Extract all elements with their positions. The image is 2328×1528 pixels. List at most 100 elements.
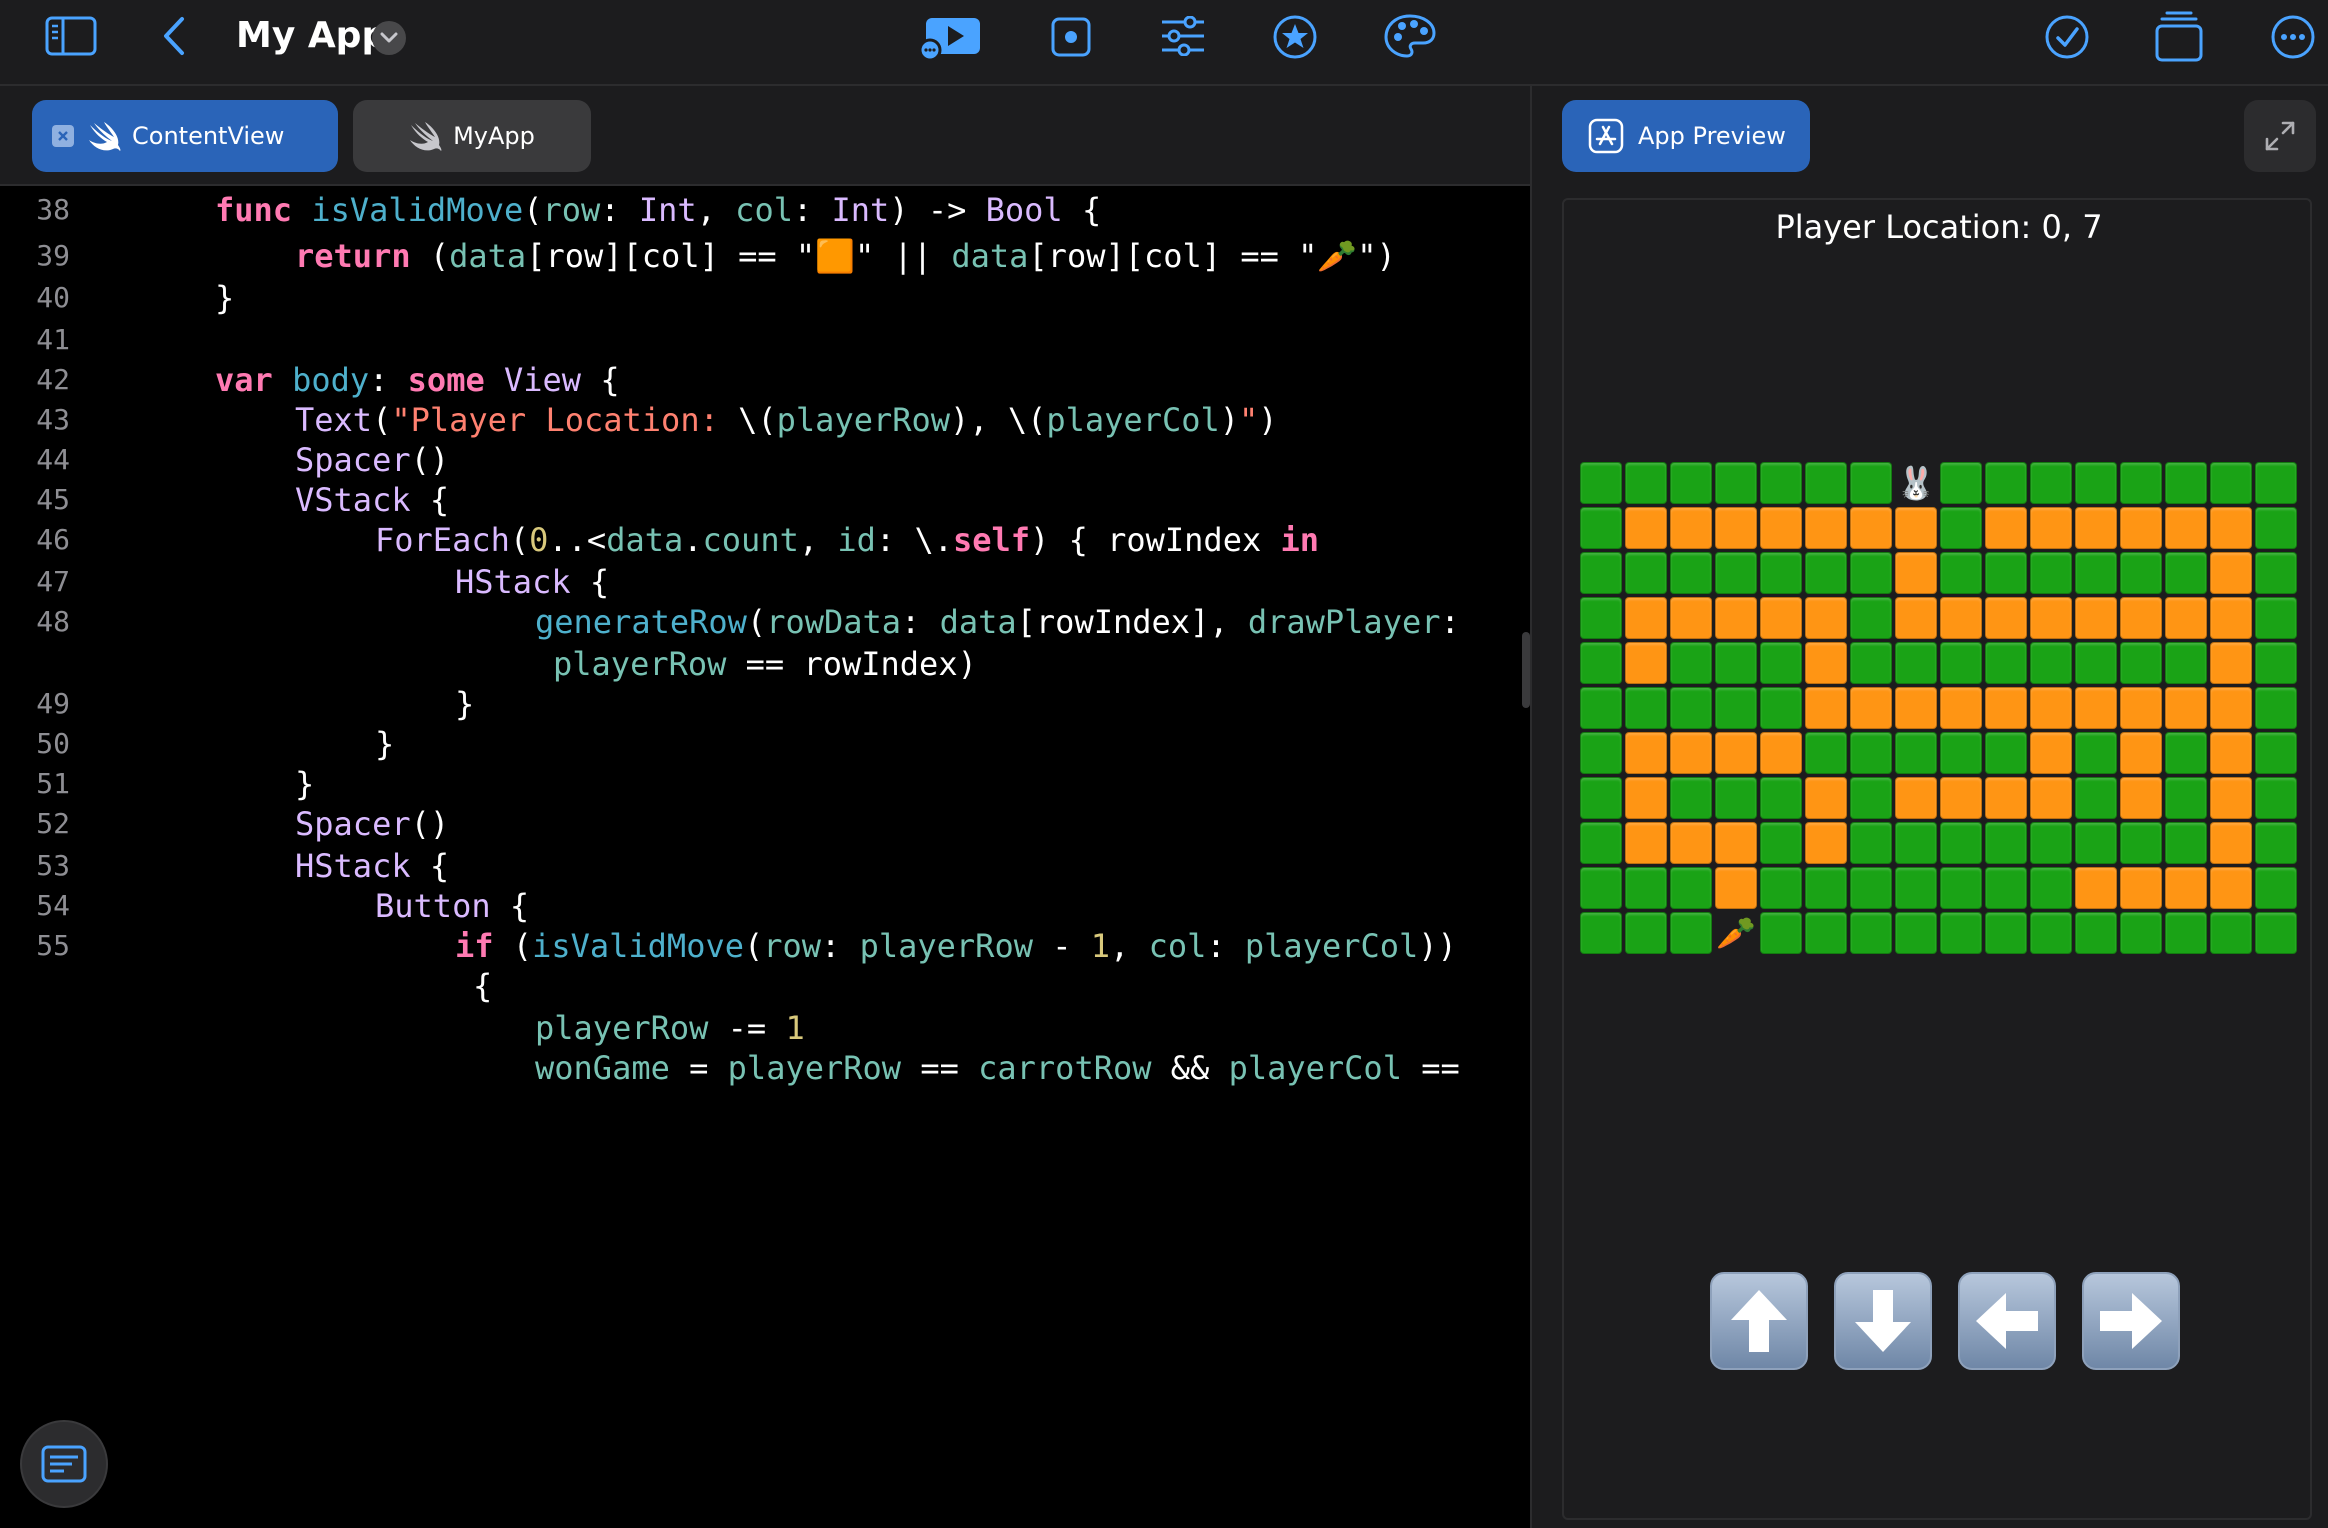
arrow-controls [1710,1272,2180,1370]
code-line[interactable]: 45 VStack { [0,478,1530,522]
code-line[interactable]: 38 func isValidMove(row: Int, col: Int) -… [0,188,1530,232]
close-tab-icon[interactable] [52,125,74,147]
maze-wall-cell [2255,867,2297,909]
maze-wall-cell [2210,912,2252,954]
preview-pane: App Preview Player Location: 0, 7 🐰 🥕 [1532,86,2328,1528]
code-token: playerCol [1244,927,1419,965]
maze-path-cell [2210,507,2252,549]
maze-wall-cell [2075,462,2117,504]
code-line[interactable]: 40} [0,276,1530,320]
right-arrow-icon [2100,1293,2162,1349]
code-token: { [410,847,450,885]
record-icon[interactable] [1050,16,1092,58]
maze-wall-cell [1895,732,1937,774]
palette-icon[interactable] [1382,12,1438,60]
code-token: rowData [766,603,902,641]
app-title[interactable]: My App [236,14,387,58]
windows-icon[interactable] [2154,10,2204,62]
expand-icon[interactable] [2244,100,2316,172]
code-line[interactable]: 48 generateRow(rowData: data[rowIndex], d… [0,600,1530,644]
maze-wall-cell [2075,642,2117,684]
maze-wall-cell [1940,462,1982,504]
line-number: 53 [36,849,70,882]
maze-wall-cell [2255,687,2297,729]
code-text: generateRow(rowData: data[rowIndex], dra… [535,600,1460,644]
maze-wall-cell [1715,462,1757,504]
code-line[interactable]: 44 Spacer() [0,438,1530,482]
code-line[interactable]: 50} [0,722,1530,766]
up-arrow-button[interactable] [1710,1272,1808,1370]
run-app-icon[interactable] [918,12,984,62]
maze-path-cell [2210,732,2252,774]
maze-wall-cell [1580,552,1622,594]
maze-wall-cell [1985,462,2027,504]
code-line[interactable]: 46 ForEach(0..<data.count, id: \.self) { … [0,518,1530,562]
maze-path-cell [1985,507,2027,549]
code-line[interactable]: wonGame = playerRow == carrotRow && play… [0,1046,1530,1090]
code-token: isValidMove [311,191,524,229]
title-menu-chevron-icon[interactable] [372,21,406,55]
code-line[interactable]: 51} [0,762,1530,806]
code-area[interactable]: 38 func isValidMove(row: Int, col: Int) -… [0,188,1530,1528]
code-token: ) [1219,401,1240,439]
maze-wall-cell [1940,732,1982,774]
code-token: { [473,967,493,1005]
code-line[interactable]: 52 Spacer() [0,802,1530,846]
maze-wall-cell [2120,822,2162,864]
maze-path-cell [1940,687,1982,729]
maze-path-cell [1670,822,1712,864]
code-token: " || [855,237,952,275]
code-line[interactable]: 41 [0,318,1530,362]
maze-path-cell [2165,597,2207,639]
code-line[interactable]: 55 if (isValidMove(row: playerRow - 1, co… [0,924,1530,968]
maze-wall-cell [2030,552,2072,594]
favorites-star-icon[interactable] [1272,14,1318,60]
code-line[interactable]: playerRow == rowIndex) [0,642,1530,686]
checkmark-icon[interactable] [2044,14,2090,60]
down-arrow-icon [1855,1290,1911,1352]
maze-path-cell [1895,552,1937,594]
maze-wall-cell [1850,822,1892,864]
code-token: } [455,685,475,723]
code-line[interactable]: 43 Text("Player Location: \(playerRow), \… [0,398,1530,442]
code-text: } [455,682,474,726]
code-text: HStack { [455,560,609,604]
code-line[interactable]: 47 HStack { [0,560,1530,604]
document-outline-button[interactable] [20,1420,108,1508]
code-line[interactable]: 53 HStack { [0,844,1530,888]
up-arrow-icon [1731,1290,1787,1352]
code-token: 1 [785,1009,805,1047]
code-line[interactable]: 54 Button { [0,884,1530,928]
code-line[interactable]: 39 return (data[row][col] == "🟧" || data[… [0,234,1530,278]
code-text: HStack { [295,844,449,888]
code-token: drawPlayer [1247,603,1441,641]
code-line[interactable]: 42 var body: some View { [0,358,1530,402]
code-line[interactable]: 49} [0,682,1530,726]
maze-wall-cell [1715,777,1757,819]
down-arrow-button[interactable] [1834,1272,1932,1370]
settings-sliders-icon[interactable] [1160,16,1206,56]
code-token: playerRow [553,645,727,683]
code-text: playerRow == rowIndex) [553,642,977,686]
tab-contentview[interactable]: ContentView [32,100,338,172]
tab-myapp[interactable]: MyApp [353,100,591,172]
app-preview-tab[interactable]: App Preview [1562,100,1810,172]
code-line[interactable]: { [0,964,1530,1008]
file-tab-bar: ContentView MyApp [0,86,1530,186]
maze-wall-cell [1985,822,2027,864]
code-text: Text("Player Location: \(playerRow), \(p… [295,398,1278,442]
scrollbar-thumb[interactable] [1522,632,1530,708]
left-arrow-button[interactable] [1958,1272,2056,1370]
code-line[interactable]: playerRow -= 1 [0,1006,1530,1050]
maze-path-cell [1940,777,1982,819]
maze-wall-cell [1985,732,2027,774]
back-chevron-icon[interactable] [156,14,192,58]
sidebar-icon[interactable] [44,14,98,58]
maze-wall-cell [1715,552,1757,594]
maze-path-cell [1760,507,1802,549]
more-icon[interactable] [2270,14,2316,60]
line-number: 55 [36,929,70,962]
right-arrow-button[interactable] [2082,1272,2180,1370]
line-number: 49 [36,687,70,720]
